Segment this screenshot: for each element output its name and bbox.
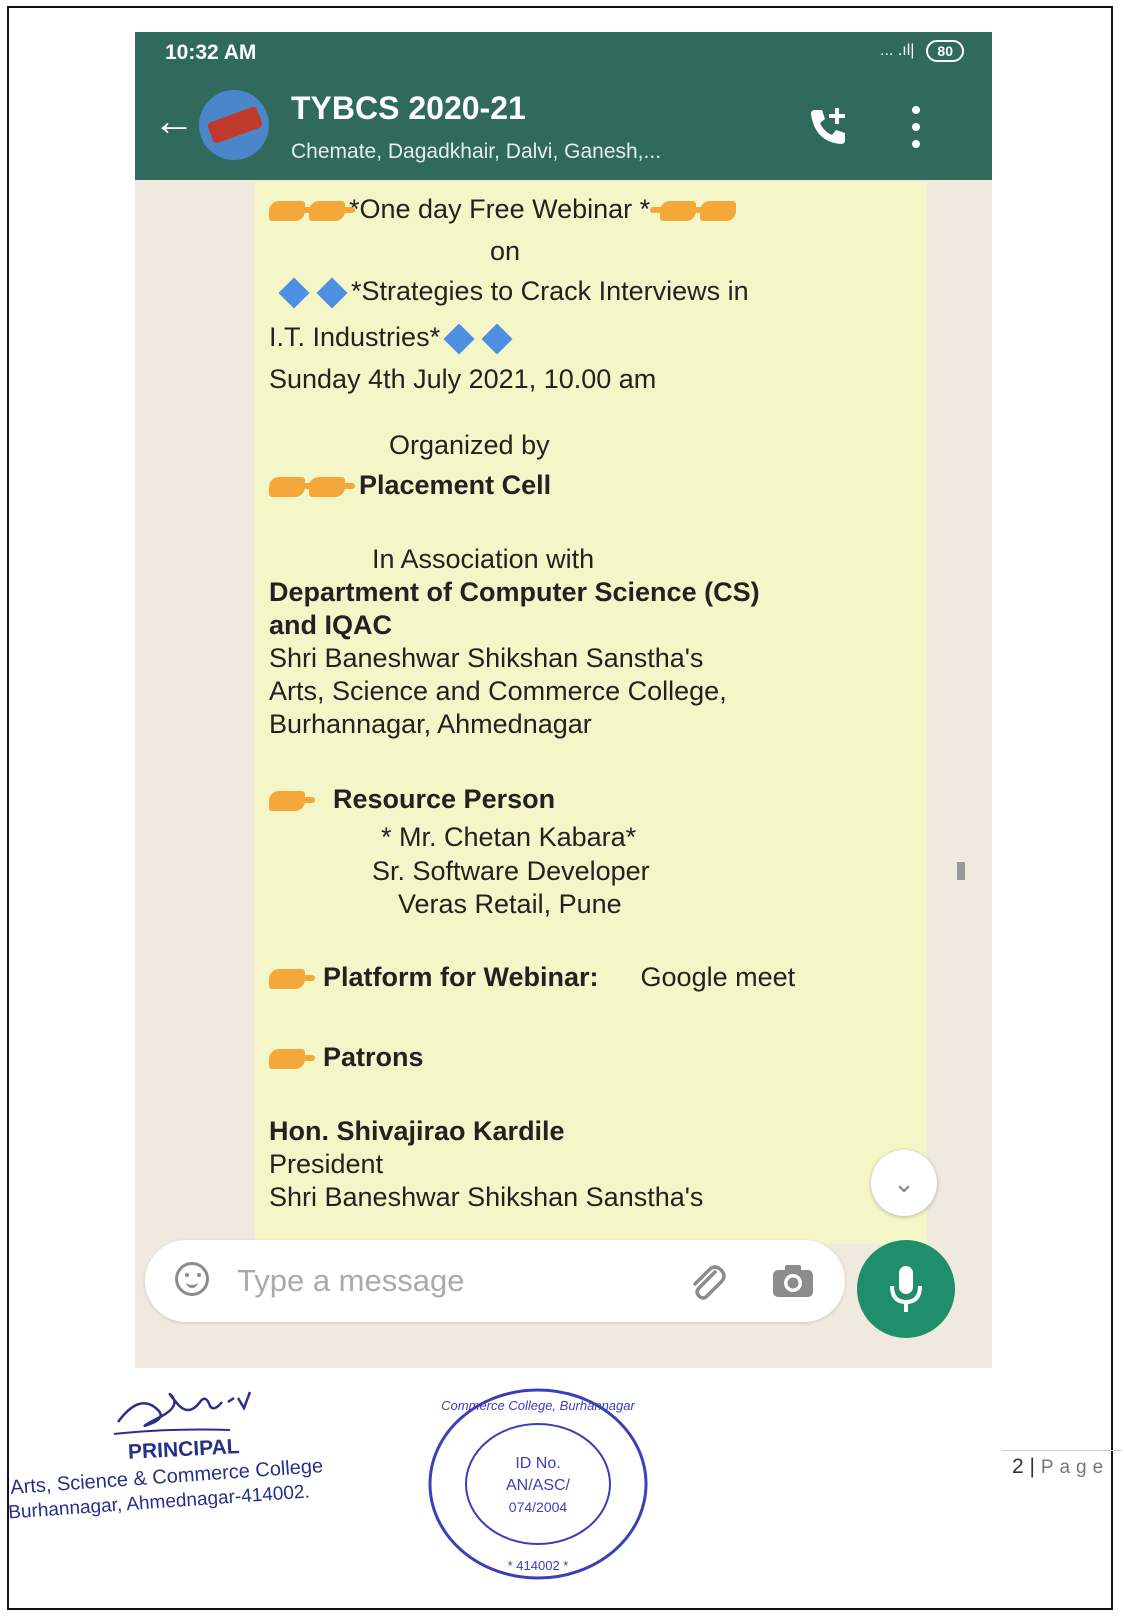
status-icons: ... .ıl| 80 (880, 40, 964, 62)
scroll-down-button[interactable]: ⌄ (871, 1150, 937, 1216)
pointing-hand-icon (269, 476, 315, 497)
message-resource-heading: Resource Person (269, 784, 555, 815)
phone-screenshot: 10:32 AM ... .ıl| 80 ← TYBCS 2020-21 Che… (135, 32, 992, 1368)
seal-id-code: AN/ASC/ (506, 1477, 571, 1494)
signal-icon: ... .ıl| (880, 42, 915, 59)
message-college: Arts, Science and Commerce College, (269, 676, 727, 706)
college-seal: ID No. AN/ASC/ 074/2004 Commerce College… (428, 1388, 648, 1580)
message-line-on: on (490, 236, 521, 266)
pointing-hand-icon (269, 200, 315, 221)
svg-text:* 414002 *: * 414002 * (508, 1558, 569, 1573)
message-patron-name: Hon. Shivajirao Kardile (269, 1116, 565, 1146)
message-patrons-heading: Patrons (269, 1042, 424, 1073)
message-input[interactable] (235, 1260, 639, 1302)
message-composer (145, 1240, 845, 1322)
microphone-icon (890, 1266, 922, 1312)
emoji-icon[interactable] (175, 1262, 209, 1296)
message-platform: Platform for Webinar: Google meet (269, 962, 795, 993)
message-line-title: *One day Free Webinar * (269, 194, 740, 225)
blue-diamond-icon (316, 277, 348, 309)
attachment-icon[interactable] (685, 1260, 729, 1304)
scrollbar[interactable] (957, 862, 965, 880)
chat-participants[interactable]: Chemate, Dagadkhair, Dalvi, Ganesh,... (291, 140, 661, 164)
pointing-hand-icon (309, 200, 355, 221)
message-department: Department of Computer Science (CS) (269, 577, 760, 607)
seal-id-number: 074/2004 (509, 1499, 568, 1515)
page-rule (1002, 1450, 1122, 1451)
message-department-cont: and IQAC (269, 610, 393, 640)
message-line-date: Sunday 4th July 2021, 10.00 am (269, 364, 657, 394)
blue-diamond-icon (443, 323, 475, 355)
status-bar: 10:32 AM ... .ıl| 80 (135, 32, 992, 74)
message-resource-role: Sr. Software Developer (372, 856, 650, 886)
message-bubble[interactable]: *One day Free Webinar * on *Strategies t… (255, 182, 927, 1244)
chat-header: ← TYBCS 2020-21 Chemate, Dagadkhair, Dal… (135, 74, 992, 180)
svg-text:Commerce College, Burhannagar: Commerce College, Burhannagar (441, 1398, 635, 1413)
message-city: Burhannagar, Ahmednagar (269, 709, 592, 739)
seal-id-label: ID No. (515, 1455, 560, 1472)
group-avatar[interactable] (199, 90, 269, 160)
add-call-icon[interactable] (805, 104, 851, 150)
pointing-hand-icon (269, 1048, 315, 1069)
status-time: 10:32 AM (165, 41, 257, 64)
chat-title[interactable]: TYBCS 2020-21 (291, 90, 526, 127)
battery-icon: 80 (926, 40, 964, 62)
voice-record-button[interactable] (857, 1240, 955, 1338)
avatar-image (206, 105, 264, 145)
message-society: Shri Baneshwar Shikshan Sanstha's (269, 643, 704, 673)
principal-signature (113, 1391, 252, 1435)
pointing-hand-icon (309, 476, 355, 497)
pointing-hand-icon (690, 200, 737, 221)
pointing-hand-icon (269, 968, 315, 989)
page-number: 2 | Page (1012, 1455, 1110, 1478)
message-line-topic: *Strategies to Crack Interviews in (275, 276, 749, 309)
message-association: In Association with (372, 544, 595, 574)
message-line-topic-cont: I.T. Industries* (269, 322, 516, 355)
message-organized-by: Organized by (389, 430, 550, 460)
message-placement-cell: Placement Cell (269, 470, 551, 501)
double-chevron-down-icon: ⌄ (893, 1168, 915, 1198)
pointing-hand-icon (269, 790, 315, 811)
blue-diamond-icon (481, 323, 513, 355)
back-arrow-icon[interactable]: ← (153, 100, 195, 142)
camera-icon[interactable] (771, 1264, 815, 1298)
message-patron-org: Shri Baneshwar Shikshan Sanstha's (269, 1182, 704, 1212)
message-resource-name: * Mr. Chetan Kabara* (381, 822, 637, 852)
more-options-icon[interactable] (911, 102, 921, 152)
message-patron-role: President (269, 1149, 384, 1179)
blue-diamond-icon (278, 277, 310, 309)
message-resource-org: Veras Retail, Pune (398, 889, 622, 919)
